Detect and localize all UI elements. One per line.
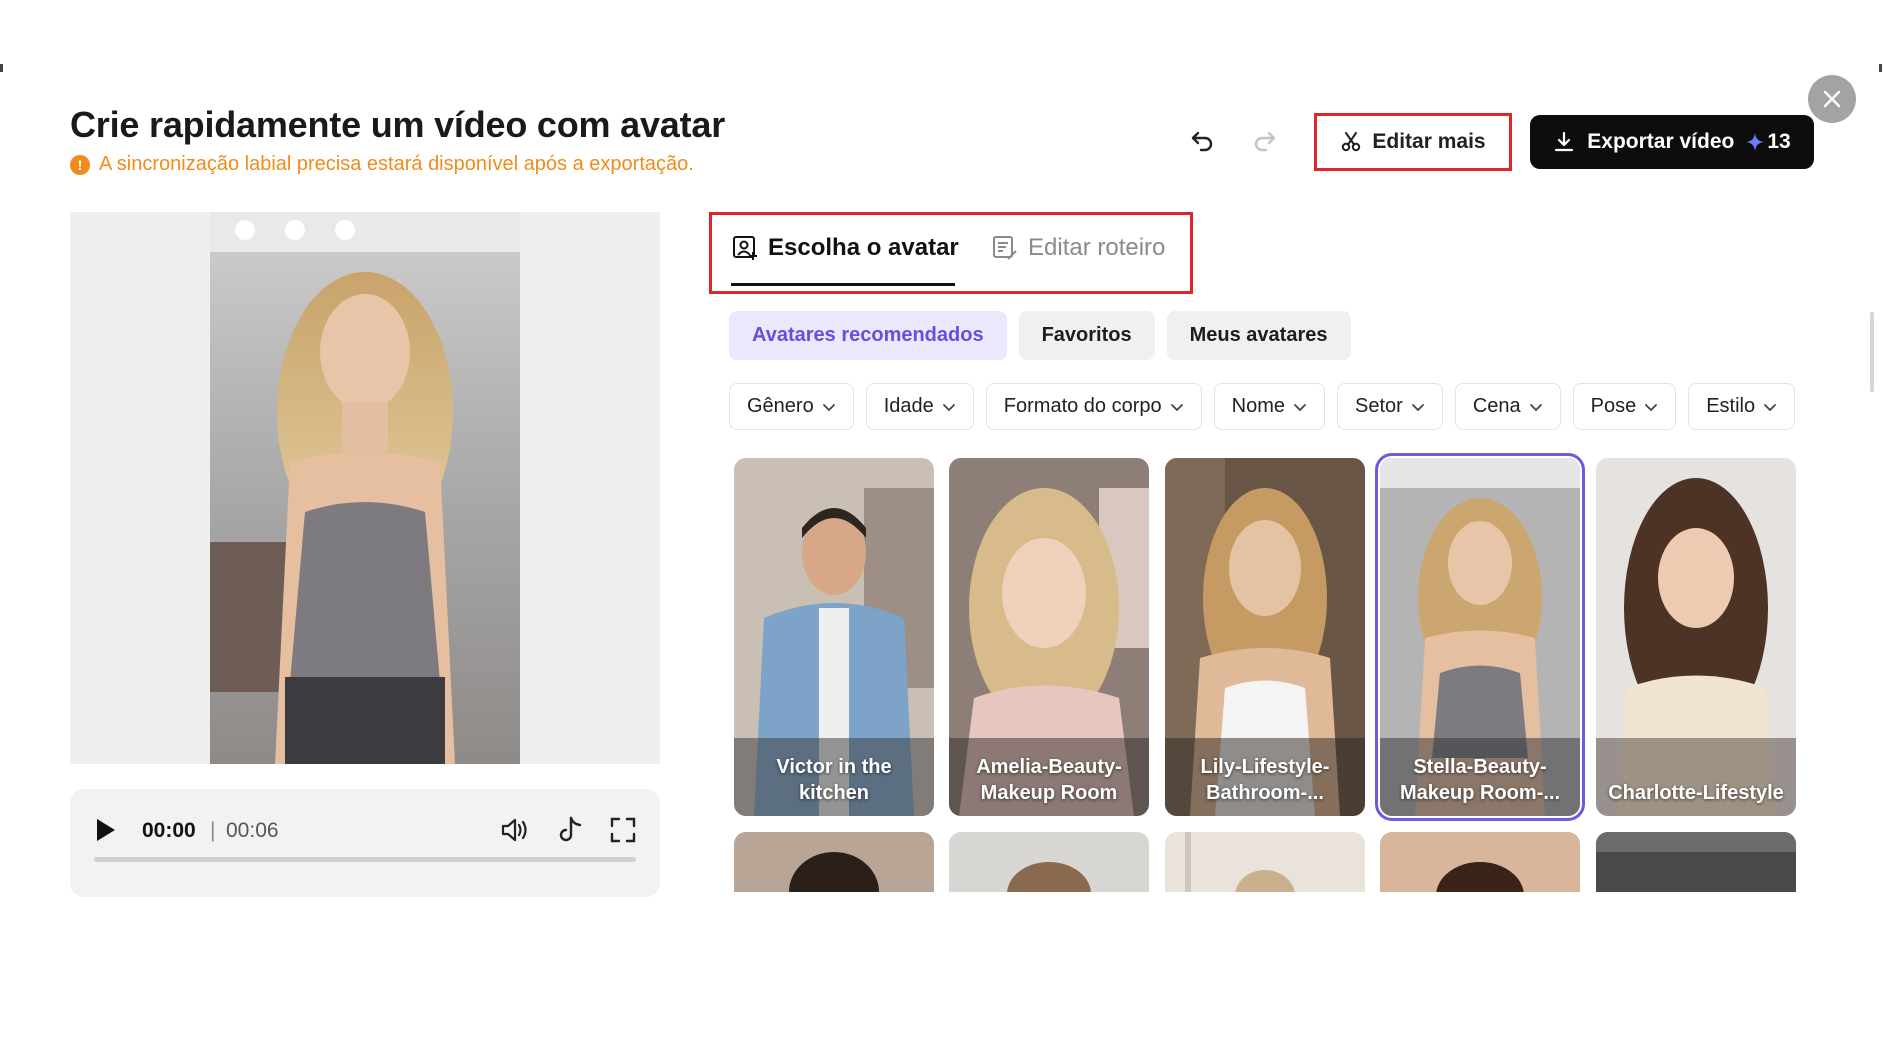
export-credits: 13 xyxy=(1746,130,1791,154)
chip-my-avatars[interactable]: Meus avatares xyxy=(1166,311,1351,360)
avatar-card-partial[interactable] xyxy=(949,832,1149,892)
filter-scene[interactable]: Cena xyxy=(1454,383,1561,430)
avatar-card-partial[interactable] xyxy=(1380,832,1580,892)
chevron-down-icon xyxy=(942,403,955,411)
credit-count: 13 xyxy=(1767,130,1791,153)
window-edge-mark xyxy=(1879,64,1882,72)
filter-label: Setor xyxy=(1355,395,1403,417)
editor-tabs: Escolha o avatar Editar roteiro xyxy=(709,212,1193,294)
avatar-card[interactable]: Victor in the kitchen xyxy=(734,458,934,816)
chevron-down-icon xyxy=(1645,403,1658,411)
avatar-card-selected[interactable]: Stella-Beauty-Makeup Room-... xyxy=(1375,453,1585,821)
chevron-down-icon xyxy=(1529,403,1542,411)
avatar-name: Lily-Lifestyle-Bathroom-... xyxy=(1200,756,1330,804)
edit-more-label: Editar mais xyxy=(1372,130,1486,153)
avatar-card-partial[interactable] xyxy=(1596,832,1796,892)
progress-track[interactable] xyxy=(94,857,636,862)
undo-button[interactable] xyxy=(1188,125,1218,155)
filter-pose[interactable]: Pose xyxy=(1572,383,1677,430)
avatar-thumbnail xyxy=(734,832,934,892)
avatar-thumbnail xyxy=(1596,832,1796,892)
lipsync-notice: ! A sincronização labial precisa estará … xyxy=(70,153,694,176)
filter-name[interactable]: Nome xyxy=(1213,383,1325,430)
avatar-thumbnail xyxy=(1165,832,1365,892)
page-title: Crie rapidamente um vídeo com avatar xyxy=(70,104,726,145)
fullscreen-button[interactable] xyxy=(609,816,639,846)
avatar-card[interactable]: Amelia-Beauty-Makeup Room xyxy=(949,458,1149,816)
undo-icon xyxy=(1191,131,1213,152)
script-edit-icon xyxy=(993,236,1017,260)
current-time: 00:00 xyxy=(142,819,196,842)
filter-age[interactable]: Idade xyxy=(865,383,974,430)
active-tab-indicator xyxy=(731,283,955,286)
time-separator: | xyxy=(210,819,216,842)
export-video-button[interactable]: Exportar vídeo 13 xyxy=(1530,115,1814,169)
chip-favorites[interactable]: Favoritos xyxy=(1018,311,1155,360)
tab-label: Escolha o avatar xyxy=(768,234,959,261)
warning-icon: ! xyxy=(70,154,90,175)
filter-gender[interactable]: Gênero xyxy=(729,383,854,430)
filter-label: Pose xyxy=(1590,395,1637,417)
filter-style[interactable]: Estilo xyxy=(1688,383,1796,430)
filter-label: Estilo xyxy=(1706,395,1756,417)
filter-sector[interactable]: Setor xyxy=(1337,383,1443,430)
close-button[interactable] xyxy=(1808,75,1856,123)
tab-label: Editar roteiro xyxy=(1028,234,1166,261)
avatar-video-dialog: Crie rapidamente um vídeo com avatar ! A… xyxy=(0,0,1884,1058)
volume-button[interactable] xyxy=(500,815,532,847)
tab-edit-script[interactable]: Editar roteiro xyxy=(992,234,1165,262)
filter-label: Cena xyxy=(1472,395,1521,417)
chevron-down-icon xyxy=(1170,403,1183,411)
filter-label: Gênero xyxy=(747,395,814,417)
avatar-name: Amelia-Beauty-Makeup Room xyxy=(976,756,1122,804)
chevron-down-icon xyxy=(1764,403,1777,411)
chevron-down-icon xyxy=(822,403,835,411)
avatar-thumbnail xyxy=(1596,458,1796,816)
filter-body-shape[interactable]: Formato do corpo xyxy=(985,383,1202,430)
person-frame-icon xyxy=(733,236,757,260)
avatar-thumbnail xyxy=(1380,832,1580,892)
redo-button[interactable] xyxy=(1249,125,1279,155)
video-preview[interactable] xyxy=(70,212,660,764)
edit-more-button[interactable]: Editar mais xyxy=(1314,113,1512,171)
redo-icon xyxy=(1254,131,1276,152)
avatar-preview-image xyxy=(210,212,520,764)
volume-icon xyxy=(501,818,527,842)
filter-label: Nome xyxy=(1231,395,1285,417)
sparkle-icon xyxy=(1746,133,1765,151)
avatar-card-partial[interactable] xyxy=(734,832,934,892)
fullscreen-icon xyxy=(610,817,636,843)
download-icon xyxy=(1555,131,1574,152)
avatar-category-chips: Avatares recomendados Favoritos Meus ava… xyxy=(729,311,1351,360)
window-edge-mark xyxy=(0,64,3,72)
page-scrollbar[interactable] xyxy=(1870,312,1874,392)
export-label: Exportar vídeo xyxy=(1587,130,1735,153)
filter-label: Idade xyxy=(883,395,934,417)
avatar-card[interactable]: Lily-Lifestyle-Bathroom-... xyxy=(1165,458,1365,816)
chevron-down-icon xyxy=(1411,403,1424,411)
avatar-card-partial[interactable] xyxy=(1165,832,1365,892)
close-icon xyxy=(1823,90,1841,108)
tab-choose-avatar[interactable]: Escolha o avatar xyxy=(732,234,959,262)
play-icon xyxy=(97,819,115,841)
avatar-card[interactable]: Charlotte-Lifestyle xyxy=(1596,458,1796,816)
filter-label: Formato do corpo xyxy=(1003,395,1162,417)
chevron-down-icon xyxy=(1294,403,1306,411)
avatar-thumbnail xyxy=(949,832,1149,892)
tiktok-icon xyxy=(559,816,582,842)
play-button[interactable] xyxy=(94,815,124,845)
tiktok-button[interactable] xyxy=(556,815,586,847)
video-player-controls: 00:00 | 00:06 xyxy=(70,789,660,897)
scissors-icon xyxy=(1342,132,1361,152)
chip-recommended[interactable]: Avatares recomendados xyxy=(729,311,1007,360)
avatar-name: Victor in the kitchen xyxy=(776,756,892,804)
filter-bar: Gênero Idade Formato do corpo Nome Setor… xyxy=(729,383,1801,431)
avatar-name: Stella-Beauty-Makeup Room-... xyxy=(1399,756,1560,804)
total-duration: 00:06 xyxy=(226,819,279,842)
avatar-name: Charlotte-Lifestyle xyxy=(1608,782,1784,804)
notice-text: A sincronização labial precisa estará di… xyxy=(99,153,694,175)
